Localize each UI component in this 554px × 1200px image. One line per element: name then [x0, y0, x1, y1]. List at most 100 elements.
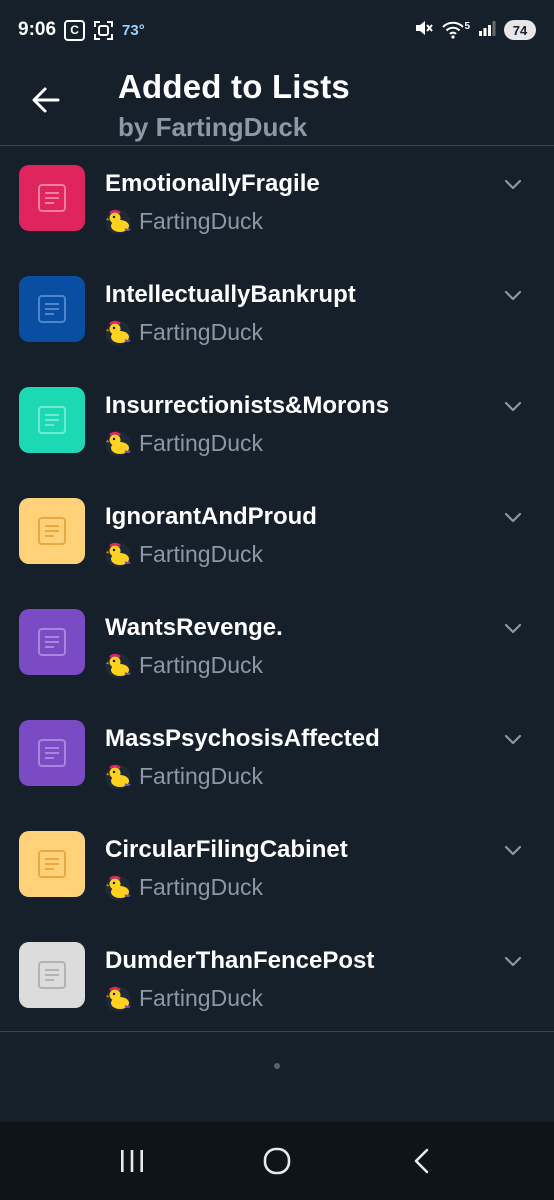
list-owner: FartingDuck: [105, 652, 263, 679]
page-title: Added to Lists: [118, 68, 350, 105]
mute-icon: [414, 18, 434, 43]
list-name: IgnorantAndProud: [105, 503, 317, 530]
home-button[interactable]: [257, 1141, 297, 1181]
owner-name: FartingDuck: [139, 319, 263, 345]
owner-name: FartingDuck: [139, 985, 263, 1011]
duck-avatar-icon: [105, 764, 131, 789]
list-item[interactable]: WantsRevenge. FartingDuck: [0, 590, 554, 701]
list-thumbnail: [19, 720, 85, 786]
list-owner: FartingDuck: [105, 541, 263, 568]
nav-back-icon: [414, 1148, 428, 1174]
expand-button[interactable]: [502, 840, 524, 862]
owner-name: FartingDuck: [139, 763, 263, 789]
list-item[interactable]: MassPsychosisAffected FartingDuck: [0, 701, 554, 812]
list-icon: [38, 850, 66, 878]
home-circle-icon: [263, 1147, 291, 1175]
expand-button[interactable]: [502, 729, 524, 751]
chevron-down-icon: [504, 179, 522, 190]
list-icon: [38, 961, 66, 989]
duck-avatar-icon: [105, 542, 131, 567]
list-thumbnail: [19, 831, 85, 897]
header: Added to Lists by FartingDuck: [0, 60, 554, 146]
list-item[interactable]: IgnorantAndProud FartingDuck: [0, 479, 554, 590]
expand-button[interactable]: [502, 951, 524, 973]
bottom-divider: [0, 1031, 554, 1032]
list-icon: [38, 406, 66, 434]
arrow-left-icon: [32, 87, 60, 113]
expand-button[interactable]: [502, 507, 524, 529]
list-thumbnail: [19, 942, 85, 1008]
list-thumbnail: [19, 165, 85, 231]
pager-dot: [274, 1063, 280, 1069]
list-owner: FartingDuck: [105, 874, 263, 901]
list-owner: FartingDuck: [105, 763, 263, 790]
chevron-down-icon: [504, 512, 522, 523]
list-item[interactable]: CircularFilingCabinet FartingDuck: [0, 812, 554, 923]
status-bar: 9:06 C 73° 5 74: [0, 0, 554, 60]
chevron-down-icon: [504, 401, 522, 412]
clock: 9:06: [18, 19, 57, 40]
chevron-down-icon: [504, 623, 522, 634]
list-icon: [38, 628, 66, 656]
signal-icon: [478, 19, 496, 42]
list-icon: [38, 739, 66, 767]
nav-back-button[interactable]: [402, 1141, 442, 1181]
list-name: MassPsychosisAffected: [105, 725, 380, 752]
expand-button[interactable]: [502, 396, 524, 418]
list-name: Insurrectionists&Morons: [105, 392, 390, 419]
chevron-down-icon: [504, 956, 522, 967]
status-left: 9:06 C 73°: [18, 19, 145, 41]
duck-avatar-icon: [105, 320, 131, 345]
battery-indicator: 74: [504, 20, 536, 40]
list-icon: [38, 517, 66, 545]
screen: 9:06 C 73° 5 74 Added to Lists by Fartin…: [0, 0, 554, 1200]
list-item[interactable]: EmotionallyFragile FartingDuck: [0, 146, 554, 257]
list-item[interactable]: IntellectuallyBankrupt FartingDuck: [0, 257, 554, 368]
back-button[interactable]: [26, 80, 66, 120]
list-thumbnail: [19, 609, 85, 675]
expand-button[interactable]: [502, 174, 524, 196]
expand-button[interactable]: [502, 618, 524, 640]
duck-avatar-icon: [105, 653, 131, 678]
list-name: EmotionallyFragile: [105, 170, 320, 197]
list-thumbnail: [19, 498, 85, 564]
duck-avatar-icon: [105, 875, 131, 900]
list-name: CircularFilingCabinet: [105, 836, 348, 863]
wifi-icon: 5: [442, 21, 470, 39]
c-badge-icon: C: [64, 19, 86, 41]
duck-avatar-icon: [105, 209, 131, 234]
list-thumbnail: [19, 387, 85, 453]
list-owner: FartingDuck: [105, 208, 263, 235]
owner-name: FartingDuck: [139, 652, 263, 678]
duck-avatar-icon: [105, 986, 131, 1011]
list-item[interactable]: DumderThanFencePost FartingDuck: [0, 923, 554, 1034]
wifi-label: 5: [464, 21, 470, 32]
owner-name: FartingDuck: [139, 874, 263, 900]
recents-button[interactable]: [112, 1141, 152, 1181]
duck-avatar-icon: [105, 431, 131, 456]
list-name: IntellectuallyBankrupt: [105, 281, 356, 308]
screenshot-icon: [93, 20, 114, 41]
list-name: DumderThanFencePost: [105, 947, 375, 974]
chevron-down-icon: [504, 290, 522, 301]
expand-button[interactable]: [502, 285, 524, 307]
chevron-down-icon: [504, 845, 522, 856]
page-subtitle: by FartingDuck: [118, 112, 308, 142]
list-owner: FartingDuck: [105, 430, 263, 457]
owner-name: FartingDuck: [139, 541, 263, 567]
recents-icon: [121, 1150, 144, 1172]
list-thumbnail: [19, 276, 85, 342]
chevron-down-icon: [504, 734, 522, 745]
temperature: 73°: [122, 21, 145, 39]
list-icon: [38, 184, 66, 212]
system-nav-bar: [0, 1122, 554, 1200]
owner-name: FartingDuck: [139, 208, 263, 234]
list-name: WantsRevenge.: [105, 614, 283, 641]
list-owner: FartingDuck: [105, 985, 263, 1012]
list-owner: FartingDuck: [105, 319, 263, 346]
list-icon: [38, 295, 66, 323]
owner-name: FartingDuck: [139, 430, 263, 456]
lists-container: EmotionallyFragile FartingDuck Intellectua…: [0, 146, 554, 1034]
list-item[interactable]: Insurrectionists&Morons FartingDuck: [0, 368, 554, 479]
status-right: 5 74: [414, 18, 536, 43]
